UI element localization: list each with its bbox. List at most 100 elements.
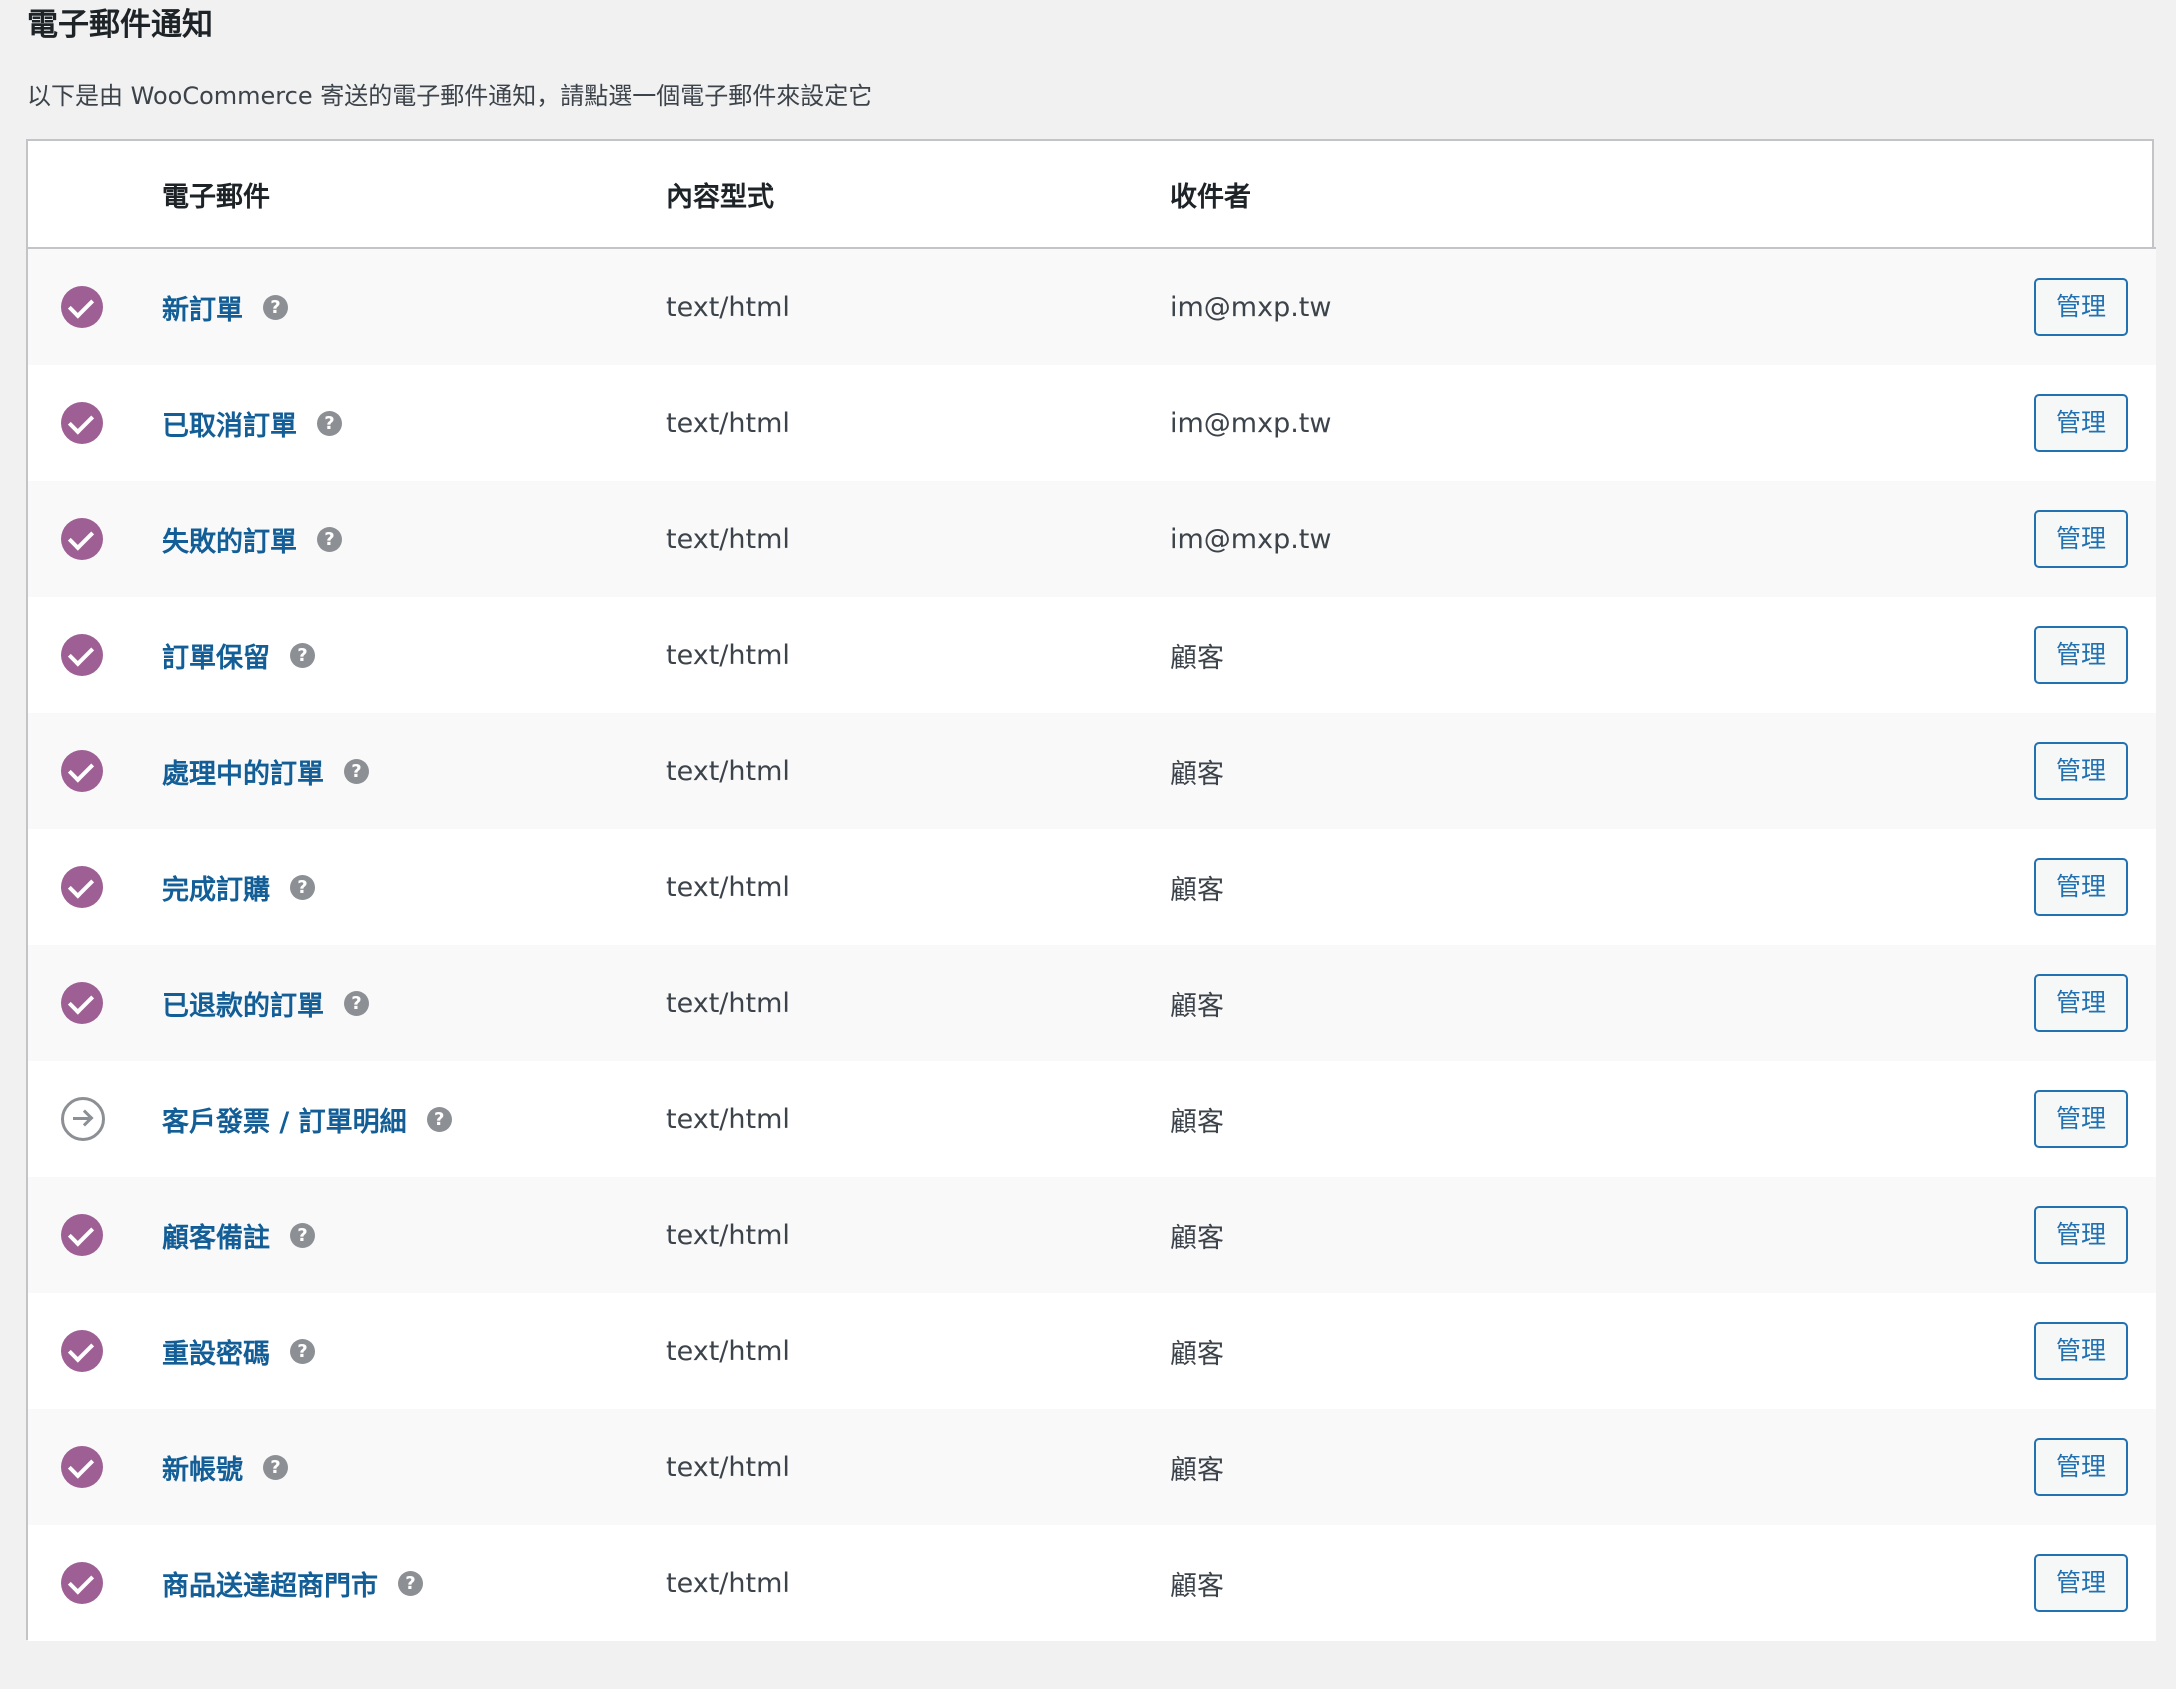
help-icon[interactable]: ?	[317, 526, 342, 552]
email-name-link[interactable]: 已退款的訂單	[162, 991, 324, 1022]
email-name-link[interactable]: 重設密碼	[162, 1339, 270, 1370]
email-name-cell: 訂單保留?	[162, 597, 666, 713]
table-header-row: 電子郵件 內容型式 收件者	[28, 141, 2156, 249]
status-cell	[28, 597, 162, 713]
manage-button[interactable]: 管理	[2034, 394, 2128, 452]
email-name-cell: 處理中的訂單?	[162, 713, 666, 829]
table-row: 已取消訂單? text/html im@mxp.tw 管理	[28, 365, 2156, 481]
manage-button[interactable]: 管理	[2034, 1090, 2128, 1148]
email-name-link[interactable]: 處理中的訂單	[162, 759, 324, 790]
recipient-cell: 顧客	[1170, 1293, 1930, 1409]
check-circle-icon	[61, 1214, 103, 1256]
email-name-link[interactable]: 失敗的訂單	[162, 527, 297, 558]
email-name-link[interactable]: 訂單保留	[162, 643, 270, 674]
content-type-cell: text/html	[666, 1525, 1170, 1641]
help-icon[interactable]: ?	[344, 758, 369, 784]
help-icon[interactable]: ?	[263, 1454, 288, 1480]
help-icon[interactable]: ?	[398, 1570, 423, 1596]
help-icon[interactable]: ?	[317, 410, 342, 436]
actions-cell: 管理	[1930, 1293, 2156, 1409]
actions-cell: 管理	[1930, 1061, 2156, 1177]
email-name-cell: 客戶發票 / 訂單明細?	[162, 1061, 666, 1177]
check-circle-icon	[61, 1330, 103, 1372]
recipient-cell: im@mxp.tw	[1170, 248, 1930, 365]
help-icon[interactable]: ?	[290, 874, 315, 900]
manage-button[interactable]: 管理	[2034, 858, 2128, 916]
recipient-cell: 顧客	[1170, 945, 1930, 1061]
manage-button[interactable]: 管理	[2034, 626, 2128, 684]
email-name-link[interactable]: 新訂單	[162, 295, 243, 326]
status-cell	[28, 248, 162, 365]
table-row: 訂單保留? text/html 顧客 管理	[28, 597, 2156, 713]
actions-cell: 管理	[1930, 945, 2156, 1061]
content-type-cell: text/html	[666, 1293, 1170, 1409]
table-body: 新訂單? text/html im@mxp.tw 管理 已取消訂單? text/html i…	[28, 248, 2156, 1641]
recipient-cell: 顧客	[1170, 597, 1930, 713]
check-circle-icon	[61, 1562, 103, 1604]
status-cell	[28, 1061, 162, 1177]
email-name-cell: 新訂單?	[162, 248, 666, 365]
check-circle-icon	[61, 982, 103, 1024]
actions-cell: 管理	[1930, 365, 2156, 481]
help-icon[interactable]: ?	[290, 1222, 315, 1248]
email-name-link[interactable]: 新帳號	[162, 1455, 243, 1486]
status-cell	[28, 1525, 162, 1641]
actions-cell: 管理	[1930, 481, 2156, 597]
check-circle-icon	[61, 634, 103, 676]
manage-button[interactable]: 管理	[2034, 278, 2128, 336]
email-name-link[interactable]: 已取消訂單	[162, 411, 297, 442]
table-row: 已退款的訂單? text/html 顧客 管理	[28, 945, 2156, 1061]
content-type-cell: text/html	[666, 481, 1170, 597]
email-name-cell: 已取消訂單?	[162, 365, 666, 481]
arrow-circle-icon	[61, 1097, 105, 1141]
manage-button[interactable]: 管理	[2034, 974, 2128, 1032]
help-icon[interactable]: ?	[426, 1106, 452, 1132]
email-name-cell: 完成訂購?	[162, 829, 666, 945]
check-circle-icon	[61, 286, 103, 328]
status-cell	[28, 1177, 162, 1293]
table-row: 完成訂購? text/html 顧客 管理	[28, 829, 2156, 945]
recipient-cell: 顧客	[1170, 1061, 1930, 1177]
content-type-cell: text/html	[666, 713, 1170, 829]
actions-cell: 管理	[1930, 597, 2156, 713]
manage-button[interactable]: 管理	[2034, 510, 2128, 568]
email-settings-table: 電子郵件 內容型式 收件者 新訂單? text/html im@mxp.tw 管理 已取…	[26, 139, 2156, 1641]
content-type-cell: text/html	[666, 945, 1170, 1061]
manage-button[interactable]: 管理	[2034, 1554, 2128, 1612]
check-circle-icon	[61, 750, 103, 792]
check-circle-icon	[61, 866, 103, 908]
manage-button[interactable]: 管理	[2034, 1322, 2128, 1380]
actions-cell: 管理	[1930, 1525, 2156, 1641]
content-type-cell: text/html	[666, 365, 1170, 481]
actions-cell: 管理	[1930, 713, 2156, 829]
status-cell	[28, 829, 162, 945]
email-name-cell: 新帳號?	[162, 1409, 666, 1525]
check-circle-icon	[61, 402, 103, 444]
recipient-cell: 顧客	[1170, 1177, 1930, 1293]
help-icon[interactable]: ?	[263, 294, 288, 320]
manage-button[interactable]: 管理	[2034, 742, 2128, 800]
content-type-cell: text/html	[666, 248, 1170, 365]
header-status	[28, 141, 162, 249]
email-name-cell: 失敗的訂單?	[162, 481, 666, 597]
help-icon[interactable]: ?	[290, 642, 315, 668]
email-name-link[interactable]: 商品送達超商門市	[162, 1571, 378, 1602]
content-type-cell: text/html	[666, 1061, 1170, 1177]
manage-button[interactable]: 管理	[2034, 1438, 2128, 1496]
actions-cell: 管理	[1930, 248, 2156, 365]
table-row: 新帳號? text/html 顧客 管理	[28, 1409, 2156, 1525]
status-cell	[28, 945, 162, 1061]
check-circle-icon	[61, 518, 103, 560]
check-circle-icon	[61, 1446, 103, 1488]
recipient-cell: 顧客	[1170, 1525, 1930, 1641]
manage-button[interactable]: 管理	[2034, 1206, 2128, 1264]
help-icon[interactable]: ?	[290, 1338, 315, 1364]
table-row: 商品送達超商門市? text/html 顧客 管理	[28, 1525, 2156, 1641]
email-name-link[interactable]: 完成訂購	[162, 875, 270, 906]
table-row: 客戶發票 / 訂單明細? text/html 顧客 管理	[28, 1061, 2156, 1177]
email-name-cell: 已退款的訂單?	[162, 945, 666, 1061]
help-icon[interactable]: ?	[344, 990, 369, 1016]
email-name-link[interactable]: 顧客備註	[162, 1223, 270, 1254]
email-name-cell: 顧客備註?	[162, 1177, 666, 1293]
email-name-link[interactable]: 客戶發票 / 訂單明細	[162, 1107, 407, 1138]
